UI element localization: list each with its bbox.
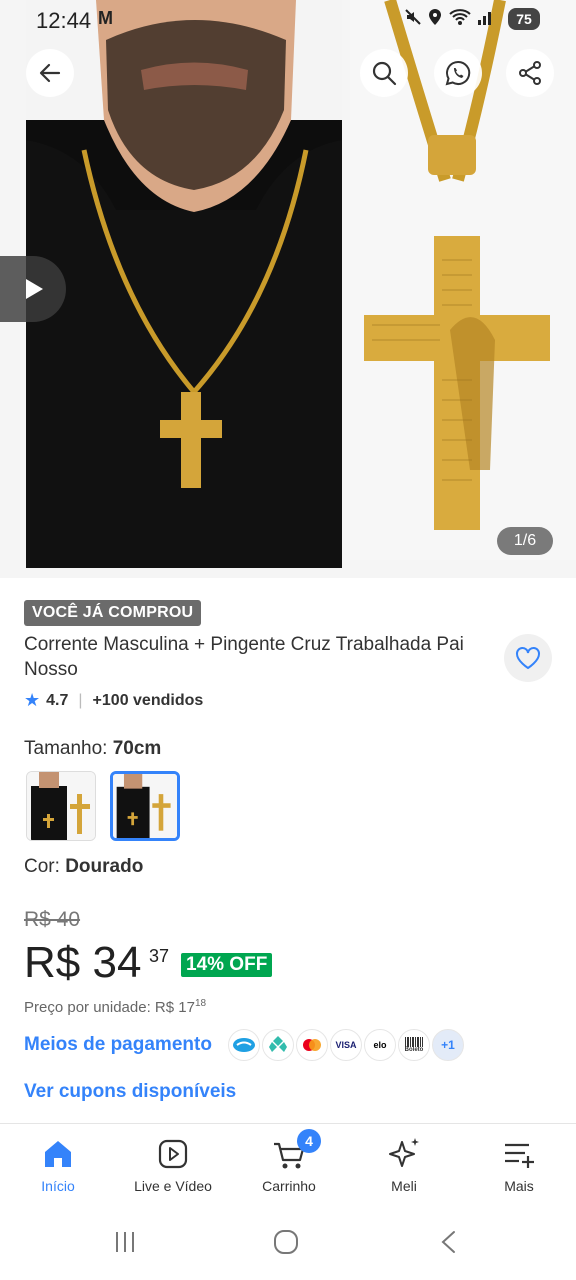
original-price: R$ 40 [24,908,81,931]
unit-price: Preço por unidade: R$ 1718 [24,998,206,1016]
separator: | [78,691,83,709]
nav-label-meli: Meli [391,1178,417,1194]
home-icon [45,1141,71,1167]
visa-icon: VISA [330,1029,362,1061]
already-purchased-badge: VOCÊ JÁ COMPROU [24,600,202,626]
current-price: R$ 34 [24,938,142,987]
home-button[interactable] [273,1229,299,1260]
size-value: 70cm [112,738,162,759]
play-video-button[interactable] [0,256,66,322]
cart-count-badge: 4 [297,1129,321,1153]
discount-badge: 14% OFF [181,953,273,977]
mail-icon: M [98,8,113,28]
product-image-gallery[interactable]: 12:44 M 75 1/6 [0,0,576,578]
rating-value: 4.7 [46,691,69,709]
color-label-text: Cor: [24,856,66,877]
back-button[interactable] [26,49,74,97]
nav-label-home: Início [41,1178,75,1194]
play-icon [158,1139,188,1169]
nav-label-live-video: Live e Vídeo [134,1178,212,1194]
system-navigation-bar [0,1205,576,1280]
color-value: Dourado [65,856,144,877]
size-selector-label: Tamanho: 70cm [24,738,161,760]
arrow-left-icon [39,63,61,83]
variant-thumbnail [113,774,177,838]
nav-label-more: Mais [504,1178,534,1194]
system-back-button[interactable] [436,1229,462,1260]
variant-option-2-selected[interactable] [110,771,180,841]
nav-item-home[interactable]: Início [3,1136,113,1194]
chevron-left-icon [441,1231,455,1253]
coupons-link[interactable]: Ver cupons disponíveis [24,1081,236,1103]
size-label-text: Tamanho: [24,738,113,759]
pix-icon [262,1029,294,1061]
mercado-pago-icon [228,1029,260,1061]
play-icon [26,279,43,299]
nav-item-meli[interactable]: Meli [349,1136,459,1194]
favorite-button[interactable] [504,634,552,682]
share-button[interactable] [506,49,554,97]
boleto-label: Boleto [404,1047,424,1053]
star-icon: ★ [24,690,41,710]
more-payment-methods[interactable]: +1 [432,1029,464,1061]
search-button[interactable] [360,49,408,97]
product-photo-model [26,0,342,568]
color-label: Cor: Dourado [24,856,143,878]
mute-icon [405,9,421,25]
recent-apps-icon [116,1232,134,1252]
bottom-navigation: Início Live e Vídeo 4 Carrinho Meli Mais [0,1123,576,1205]
nav-label-cart: Carrinho [262,1178,316,1194]
variant-option-1[interactable] [26,771,96,841]
signal-icon [478,12,492,25]
status-icons [404,8,495,31]
menu-plus-icon [505,1143,534,1168]
status-bar: 12:44 M 75 [0,0,576,40]
location-icon [429,9,442,25]
mastercard-icon [296,1029,328,1061]
status-time: 12:44 [36,8,92,33]
nav-item-live-video[interactable]: Live e Vídeo [118,1136,228,1194]
unit-price-cents: 18 [194,998,207,1009]
payment-methods-link[interactable]: Meios de pagamento [24,1034,212,1056]
variant-thumbnail [27,772,95,840]
nav-item-cart[interactable]: 4 Carrinho [234,1129,344,1194]
whatsapp-icon [445,60,471,86]
sparkle-icon [389,1138,419,1167]
unit-price-text: Preço por unidade: R$ 17 [24,999,195,1016]
recent-apps-button[interactable] [112,1229,138,1260]
payment-icons[interactable]: VISA elo Boleto +1 [228,1029,466,1061]
current-price-cents: 37 [149,946,170,966]
search-icon [372,61,397,86]
elo-icon: elo [364,1029,396,1061]
wifi-icon [449,9,471,25]
battery-indicator: 75 [508,8,540,30]
share-icon [519,61,541,85]
home-circle-icon [274,1230,298,1254]
product-title: Corrente Masculina + Pingente Cruz Traba… [24,634,464,680]
nav-item-more[interactable]: Mais [464,1136,574,1194]
heart-icon [516,647,540,670]
rating-row[interactable]: ★ 4.7 | +100 vendidos [24,690,203,711]
image-counter: 1/6 [497,527,553,555]
whatsapp-share-button[interactable] [434,49,482,97]
boleto-icon: Boleto [398,1029,430,1061]
sold-count: +100 vendidos [92,691,204,709]
